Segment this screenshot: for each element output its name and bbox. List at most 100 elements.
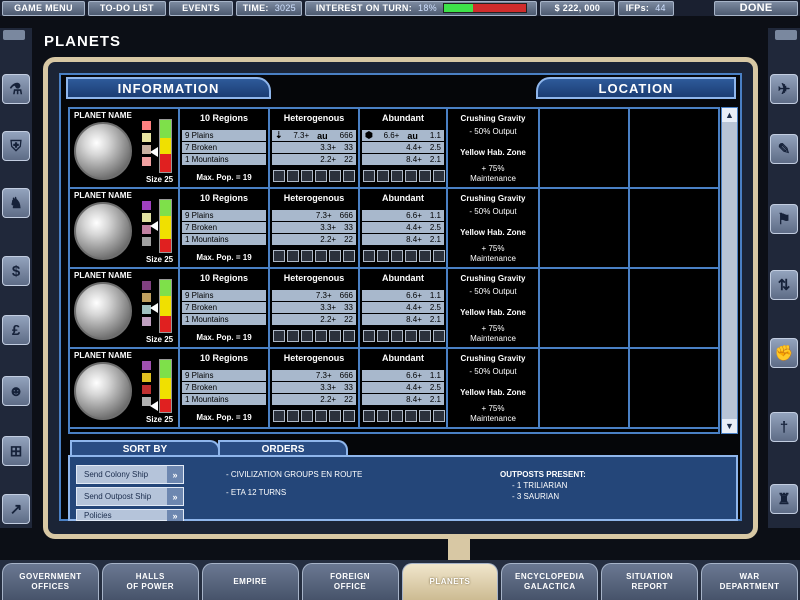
location-cell[interactable] — [540, 269, 630, 347]
planet-sphere[interactable] — [74, 122, 132, 180]
slot-box[interactable] — [419, 330, 431, 342]
flask-icon[interactable]: ⚗ — [2, 74, 30, 104]
slot-box[interactable] — [273, 330, 285, 342]
fist-icon[interactable]: ✊ — [770, 338, 798, 368]
slot-box[interactable] — [363, 410, 375, 422]
slot-box[interactable] — [329, 410, 341, 422]
planet-sphere[interactable] — [74, 362, 132, 420]
trophy-icon[interactable]: ♜ — [770, 484, 798, 514]
slot-box[interactable] — [301, 410, 313, 422]
group-icon[interactable]: ☻ — [2, 376, 30, 406]
send-colony-ship-button[interactable]: Send Colony Ship » — [76, 465, 184, 484]
slot-box[interactable] — [363, 170, 375, 182]
ship-icon[interactable]: ✈ — [770, 74, 798, 104]
location-cell[interactable] — [630, 189, 718, 267]
slot-box[interactable] — [419, 410, 431, 422]
nav-tab-encyclopedia-galactica[interactable]: ENCYCLOPEDIA GALACTICA — [501, 563, 599, 600]
nav-tab-halls-of-power[interactable]: HALLS OF POWER — [101, 563, 199, 600]
slot-box[interactable] — [287, 410, 299, 422]
slot-box[interactable] — [377, 330, 389, 342]
slot-box[interactable] — [405, 410, 417, 422]
line-chart-icon[interactable]: ↗ — [2, 494, 30, 524]
slot-box[interactable] — [273, 410, 285, 422]
slot-box[interactable] — [363, 330, 375, 342]
slot-box[interactable] — [273, 170, 285, 182]
slot-box[interactable] — [419, 250, 431, 262]
slot-box[interactable] — [363, 250, 375, 262]
slot-box[interactable] — [315, 330, 327, 342]
slot-box[interactable] — [287, 330, 299, 342]
location-cell[interactable] — [540, 109, 630, 187]
todo-list-button[interactable]: TO-DO LIST — [87, 0, 166, 16]
dragon-icon[interactable]: ♞ — [2, 188, 30, 218]
slot-box[interactable] — [329, 330, 341, 342]
flag-icon[interactable]: ⚑ — [770, 204, 798, 234]
planet-row[interactable]: PLANET NAME Size 25 10 Regions 9 Plains 7 Br… — [70, 109, 718, 189]
policies-button[interactable]: Policies » — [76, 509, 184, 521]
slot-box[interactable] — [405, 170, 417, 182]
slot-box[interactable] — [329, 170, 341, 182]
slot-box[interactable] — [287, 250, 299, 262]
planet-row[interactable]: PLANET NAME Size 25 10 Regions 9 Plains 7 Br… — [70, 349, 718, 429]
game-menu-button[interactable]: GAME MENU — [2, 0, 85, 16]
slot-box[interactable] — [301, 170, 313, 182]
slot-box[interactable] — [391, 410, 403, 422]
slot-box[interactable] — [343, 410, 355, 422]
network-icon[interactable]: ⊞ — [2, 436, 30, 466]
done-button[interactable]: DONE — [714, 0, 798, 16]
pound-icon[interactable]: £ — [2, 315, 30, 345]
slot-box[interactable] — [405, 250, 417, 262]
slot-box[interactable] — [433, 250, 445, 262]
nav-tab-planets[interactable]: PLANETS — [401, 563, 499, 600]
wrench-icon[interactable]: ✎ — [770, 134, 798, 164]
nav-tab-foreign-office[interactable]: FOREIGN OFFICE — [301, 563, 399, 600]
location-header[interactable]: LOCATION — [536, 77, 736, 99]
location-cell[interactable] — [630, 109, 718, 187]
slot-box[interactable] — [405, 330, 417, 342]
slot-box[interactable] — [391, 170, 403, 182]
slot-box[interactable] — [343, 170, 355, 182]
slot-box[interactable] — [377, 170, 389, 182]
slot-box[interactable] — [329, 250, 341, 262]
location-cell[interactable] — [630, 269, 718, 347]
planet-row[interactable]: PLANET NAME Size 25 10 Regions 9 Plains 7 Br… — [70, 189, 718, 269]
slot-box[interactable] — [287, 170, 299, 182]
slot-box[interactable] — [433, 330, 445, 342]
slot-box[interactable] — [301, 250, 313, 262]
slot-box[interactable] — [433, 410, 445, 422]
nav-tab-situation-report[interactable]: SITUATION REPORT — [601, 563, 699, 600]
slot-box[interactable] — [343, 330, 355, 342]
slot-box[interactable] — [315, 170, 327, 182]
slot-box[interactable] — [315, 410, 327, 422]
slot-box[interactable] — [419, 170, 431, 182]
slot-box[interactable] — [377, 410, 389, 422]
scroll-up-icon[interactable]: ▲ — [722, 108, 737, 122]
nav-tab-government-offices[interactable]: GOVERNMENT OFFICES — [2, 563, 99, 600]
heterogenous-amount: 33 — [344, 223, 353, 232]
planet-row[interactable]: PLANET NAME Size 25 10 Regions 9 Plains 7 Br… — [70, 269, 718, 349]
information-header[interactable]: INFORMATION — [66, 77, 271, 99]
planet-sphere[interactable] — [74, 282, 132, 340]
send-outpost-ship-button[interactable]: Send Outpost Ship » — [76, 487, 184, 506]
planet-sphere[interactable] — [74, 202, 132, 260]
dagger-icon[interactable]: † — [770, 412, 798, 442]
shield-icon[interactable]: ⛨ — [2, 131, 30, 161]
slot-box[interactable] — [377, 250, 389, 262]
nav-tab-war-department[interactable]: WAR DEPARTMENT — [701, 563, 798, 600]
slot-box[interactable] — [391, 330, 403, 342]
slot-box[interactable] — [391, 250, 403, 262]
slot-box[interactable] — [343, 250, 355, 262]
scroll-down-icon[interactable]: ▼ — [722, 419, 737, 433]
location-cell[interactable] — [540, 349, 630, 427]
slot-box[interactable] — [301, 330, 313, 342]
dollar-icon[interactable]: $ — [2, 256, 30, 286]
slot-box[interactable] — [433, 170, 445, 182]
arrows-icon[interactable]: ⇅ — [770, 270, 798, 300]
slot-box[interactable] — [315, 250, 327, 262]
nav-tab-empire[interactable]: EMPIRE — [201, 563, 299, 600]
location-cell[interactable] — [630, 349, 718, 427]
location-cell[interactable] — [540, 189, 630, 267]
planet-list-scrollbar[interactable]: ▲ ▼ — [721, 107, 738, 434]
slot-box[interactable] — [273, 250, 285, 262]
events-button[interactable]: EVENTS — [168, 0, 234, 16]
